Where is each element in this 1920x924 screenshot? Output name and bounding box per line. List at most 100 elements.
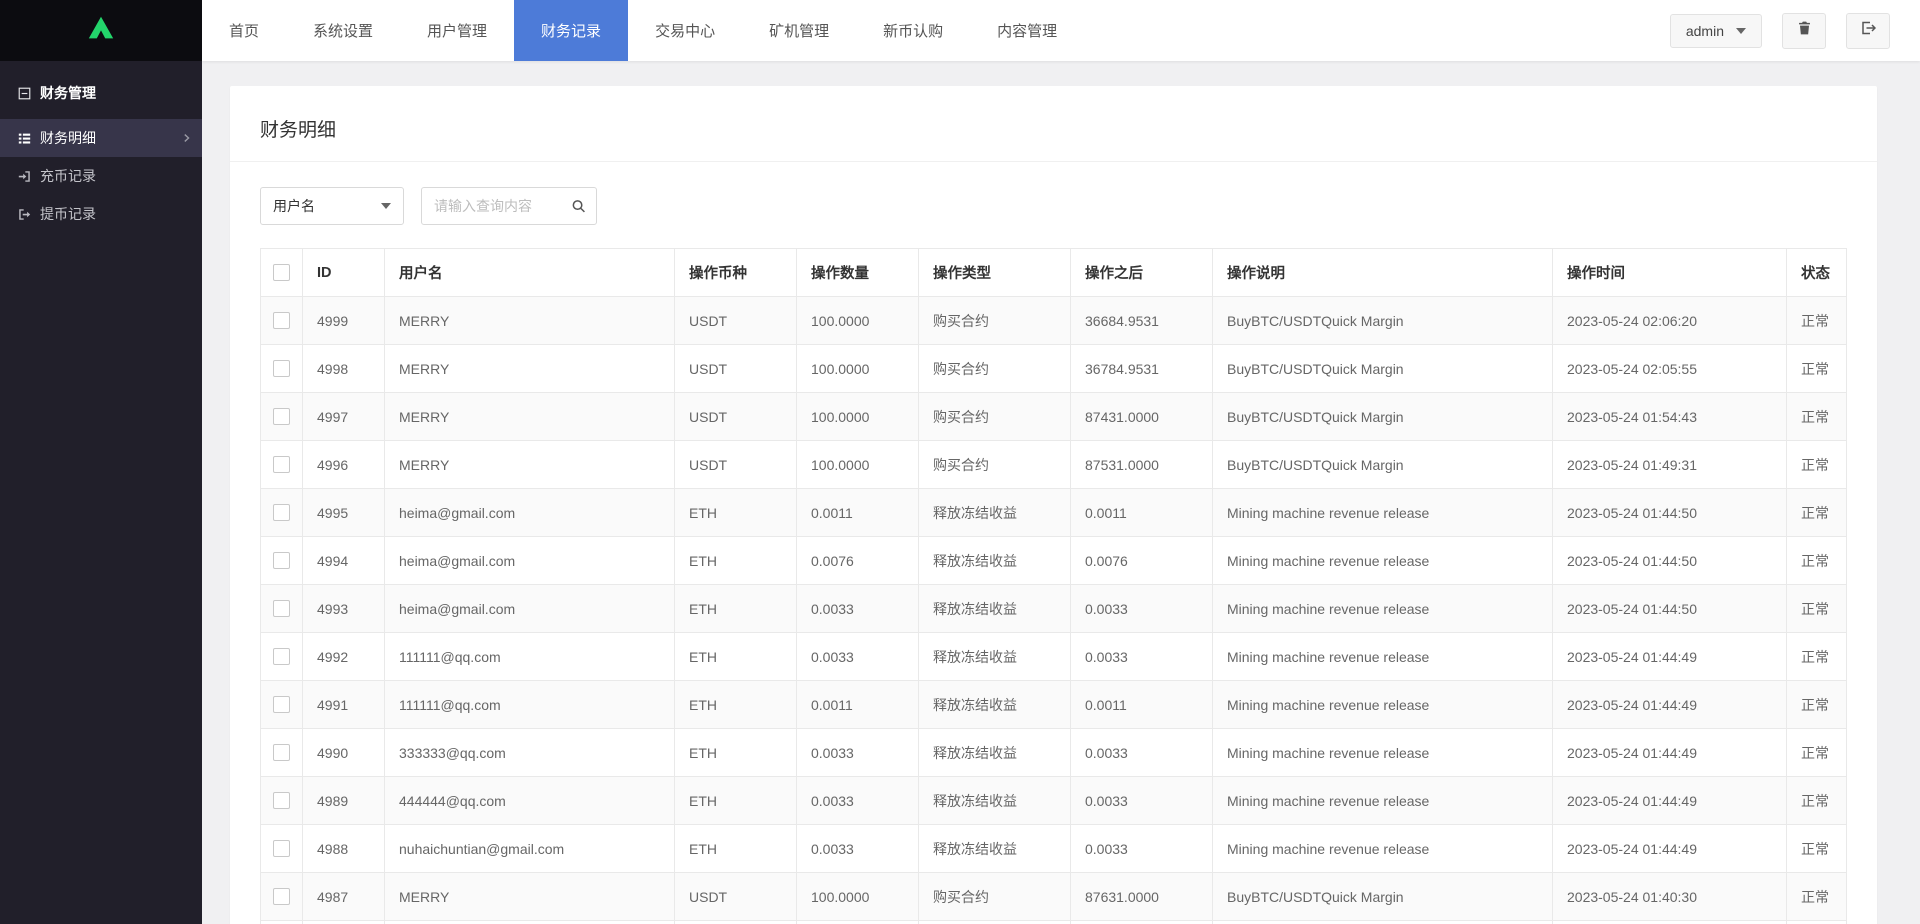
- sidebar-item-0[interactable]: 财务明细: [0, 119, 202, 157]
- row-checkbox[interactable]: [273, 552, 290, 570]
- cell-8: 正常: [1786, 824, 1847, 873]
- column-header-3: 操作数量: [796, 248, 919, 297]
- cell-3: 0.0076: [796, 536, 919, 585]
- table-row: 4999 MERRY USDT 100.0000 购买合约 36684.9531 BuyBT…: [260, 296, 1847, 345]
- cell-0: 4998: [302, 344, 385, 393]
- cell-4: 释放冻结收益: [918, 776, 1071, 825]
- cell-1: MERRY: [384, 344, 675, 393]
- sidebar-menu: 财务明细充币记录提币记录: [0, 119, 202, 233]
- cell-4: 释放冻结收益: [918, 824, 1071, 873]
- cell-0: 4997: [302, 392, 385, 441]
- cell-3: 0.0033: [796, 584, 919, 633]
- table-row: 4990 333333@qq.com ETH 0.0033 释放冻结收益 0.0033 Mi…: [260, 728, 1847, 777]
- topnav-tab-7[interactable]: 内容管理: [970, 0, 1084, 61]
- list-icon: [18, 132, 31, 145]
- search-icon[interactable]: [571, 199, 586, 214]
- table-header-row: ID 用户名 操作币种 操作数量 操作类型 操作之后 操作说明 操作时间 状态: [260, 248, 1847, 297]
- cell-0: 4990: [302, 728, 385, 777]
- cell-6: BuyBTC/USDTQuick Margin: [1212, 392, 1553, 441]
- cell-6: Mining machine revenue release: [1212, 488, 1553, 537]
- sidebar-item-1[interactable]: 充币记录: [0, 157, 202, 195]
- cell-3: 0.0033: [796, 824, 919, 873]
- cell-3: 0.0033: [796, 632, 919, 681]
- panel-header: 财务明细: [230, 86, 1877, 162]
- table-row: 4995 heima@gmail.com ETH 0.0011 释放冻结收益 0.0011…: [260, 488, 1847, 537]
- filter-field-select[interactable]: 用户名: [260, 187, 404, 225]
- column-header-4: 操作类型: [918, 248, 1071, 297]
- select-all-checkbox[interactable]: [273, 264, 290, 281]
- cell-2: USDT: [674, 392, 797, 441]
- row-checkbox[interactable]: [273, 408, 290, 426]
- topnav-tab-6[interactable]: 新币认购: [856, 0, 970, 61]
- cell-5: 0.0033: [1070, 824, 1213, 873]
- cell-2: USDT: [674, 344, 797, 393]
- row-checkbox[interactable]: [273, 312, 290, 330]
- table-row: 4987 MERRY USDT 100.0000 购买合约 87631.0000 BuyBT…: [260, 872, 1847, 921]
- cell-4: 释放冻结收益: [918, 680, 1071, 729]
- column-header-5: 操作之后: [1070, 248, 1213, 297]
- sidebar-section-finance[interactable]: 财务管理: [0, 61, 202, 119]
- chevron-right-icon: [181, 133, 192, 144]
- cell-4: 释放冻结收益: [918, 536, 1071, 585]
- row-checkbox[interactable]: [273, 456, 290, 474]
- cell-4: 释放冻结收益: [918, 632, 1071, 681]
- sidebar-item-2[interactable]: 提币记录: [0, 195, 202, 233]
- cell-4: 购买合约: [918, 392, 1071, 441]
- cell-1: heima@gmail.com: [384, 920, 675, 924]
- row-checkbox[interactable]: [273, 792, 290, 810]
- cell-1: MERRY: [384, 872, 675, 921]
- row-checkbox[interactable]: [273, 648, 290, 666]
- cell-6: Mining machine revenue release: [1212, 536, 1553, 585]
- cell-0: 4993: [302, 584, 385, 633]
- filter-field-value: 用户名: [273, 198, 315, 214]
- row-checkbox-cell: [260, 296, 303, 345]
- cell-2: ETH: [674, 488, 797, 537]
- cell-7: 2023-05-24 02:05:55: [1552, 344, 1787, 393]
- cell-8: 正常: [1786, 776, 1847, 825]
- sign-out-icon: [18, 208, 31, 221]
- collapse-icon: [18, 87, 31, 100]
- cell-6: Mining machine revenue release: [1212, 584, 1553, 633]
- topnav-tab-1[interactable]: 系统设置: [286, 0, 400, 61]
- cell-5: 0.0076: [1070, 536, 1213, 585]
- row-checkbox[interactable]: [273, 696, 290, 714]
- cell-6: BuyBTC/USDTQuick Margin: [1212, 872, 1553, 921]
- cell-7: 2023-05-24 01:44:50: [1552, 488, 1787, 537]
- topnav-right: admin: [1669, 0, 1920, 61]
- sidebar-item-label: 充币记录: [40, 168, 96, 184]
- triangle-logo-icon: [86, 13, 116, 48]
- cell-8: 正常: [1786, 536, 1847, 585]
- cell-5: 36684.9531: [1070, 296, 1213, 345]
- cell-1: 111111@qq.com: [384, 680, 675, 729]
- row-checkbox[interactable]: [273, 360, 290, 378]
- row-checkbox-cell: [260, 824, 303, 873]
- topnav-tab-4[interactable]: 交易中心: [628, 0, 742, 61]
- table-row: 4989 444444@qq.com ETH 0.0033 释放冻结收益 0.0033 Mi…: [260, 776, 1847, 825]
- trash-button[interactable]: [1782, 12, 1826, 49]
- cell-3: 0.0033: [796, 776, 919, 825]
- admin-dropdown[interactable]: admin: [1669, 13, 1762, 48]
- cell-0: 4989: [302, 776, 385, 825]
- topnav-tab-5[interactable]: 矿机管理: [742, 0, 856, 61]
- cell-3: 0.0011: [796, 488, 919, 537]
- column-header-7: 操作时间: [1552, 248, 1787, 297]
- cell-3: 100.0000: [796, 344, 919, 393]
- sidebar-item-label: 提币记录: [40, 206, 96, 222]
- topnav-tab-2[interactable]: 用户管理: [400, 0, 514, 61]
- cell-8: 正常: [1786, 344, 1847, 393]
- row-checkbox[interactable]: [273, 600, 290, 618]
- row-checkbox[interactable]: [273, 888, 290, 906]
- topnav-tab-3[interactable]: 财务记录: [514, 0, 629, 61]
- cell-7: 2023-02-04 09:59:02: [1552, 920, 1787, 924]
- row-checkbox[interactable]: [273, 744, 290, 762]
- export-icon: [1860, 20, 1877, 41]
- sidebar-section-label: 财务管理: [40, 85, 96, 101]
- cell-7: 2023-05-24 01:54:43: [1552, 392, 1787, 441]
- cell-5: 0.0011: [1070, 680, 1213, 729]
- row-checkbox[interactable]: [273, 504, 290, 522]
- row-checkbox[interactable]: [273, 840, 290, 858]
- export-button[interactable]: [1846, 12, 1890, 49]
- cell-0: 4991: [302, 680, 385, 729]
- cell-1: nuhaichuntian@gmail.com: [384, 824, 675, 873]
- topnav-tab-0[interactable]: 首页: [202, 0, 286, 61]
